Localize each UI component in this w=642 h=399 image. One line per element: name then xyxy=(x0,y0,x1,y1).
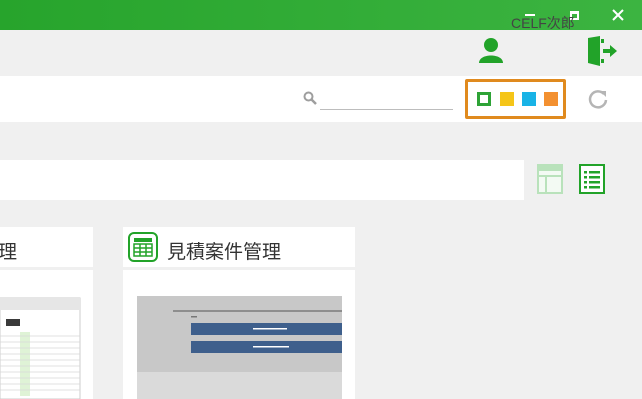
filter-bar[interactable] xyxy=(0,160,524,200)
list-view-icon xyxy=(579,164,605,194)
card-title-bar[interactable]: 見積案件管理 xyxy=(123,227,355,267)
refresh-button[interactable] xyxy=(587,88,609,110)
card-title-bar[interactable]: 理 xyxy=(0,227,93,267)
theme-swatch-orange[interactable] xyxy=(544,92,558,106)
card-thumbnail xyxy=(137,296,342,399)
close-icon xyxy=(612,9,624,21)
header-bar xyxy=(0,30,642,74)
theme-swatch-blue[interactable] xyxy=(522,92,536,106)
card-thumbnail xyxy=(0,297,81,399)
card-title: 理 xyxy=(0,242,18,263)
user-icon xyxy=(479,38,503,63)
spreadsheet-icon xyxy=(128,232,158,262)
list-view-button[interactable] xyxy=(579,164,605,194)
card-preview[interactable] xyxy=(0,270,93,399)
refresh-icon xyxy=(588,90,608,109)
logout-icon xyxy=(588,36,617,66)
close-button[interactable] xyxy=(596,0,640,30)
search-input[interactable] xyxy=(320,89,457,109)
tile-view-icon xyxy=(537,164,563,194)
search-underline xyxy=(320,109,453,110)
card-title: 見積案件管理 xyxy=(167,242,282,263)
logout-button[interactable] xyxy=(586,36,618,66)
theme-swatch-green[interactable] xyxy=(477,92,491,106)
card-preview[interactable] xyxy=(123,270,355,399)
theme-swatch-yellow[interactable] xyxy=(500,92,514,106)
tile-view-button[interactable] xyxy=(537,164,563,194)
search-icon xyxy=(303,91,317,105)
user-name: CELF次郎 xyxy=(511,15,575,31)
